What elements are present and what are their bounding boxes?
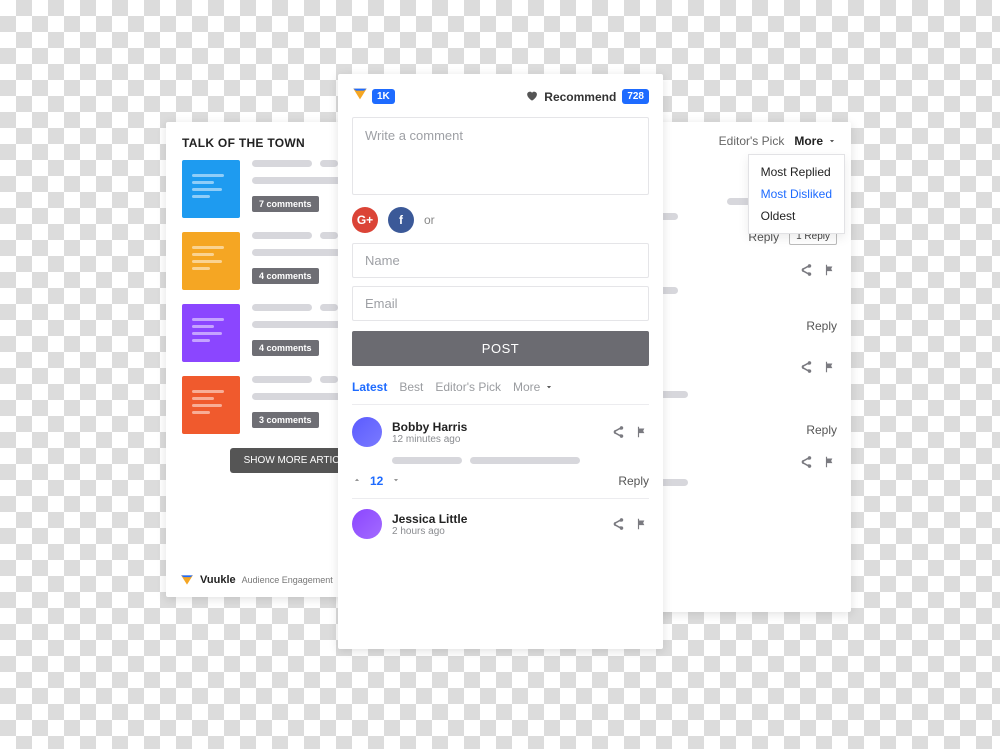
sort-dropdown[interactable]: Most Replied Most Disliked Oldest [748,154,845,234]
or-label: or [424,213,435,227]
heart-icon [525,89,538,105]
avatar [352,417,382,447]
brand-footer: Vuukle Audience Engagement [180,573,333,587]
comment-time: 2 hours ago [392,526,467,537]
flag-icon[interactable] [635,517,649,531]
facebook-login[interactable]: f [388,207,414,233]
dropdown-option[interactable]: Most Disliked [761,183,832,205]
comments-badge: 4 comments [252,268,319,284]
chevron-down-icon [827,136,837,146]
comment-widget: 1K Recommend 728 Write a comment G+ f or… [338,74,663,649]
dropdown-option[interactable]: Most Replied [761,161,832,183]
vuukle-logo-icon [180,573,194,587]
comments-badge: 7 comments [252,196,319,212]
recommend-count: 728 [622,89,649,104]
flag-icon[interactable] [823,263,837,277]
tab-editors-pick[interactable]: Editor's Pick [435,380,501,394]
comment-time: 12 minutes ago [392,434,467,445]
article-thumb [182,376,240,434]
comments-badge: 3 comments [252,412,319,428]
share-icon[interactable] [611,425,625,439]
flag-icon[interactable] [823,455,837,469]
comment: Jessica Little 2 hours ago [352,509,649,539]
article-thumb [182,304,240,362]
brand-name: Vuukle [200,574,236,586]
share-icon[interactable] [611,517,625,531]
google-plus-login[interactable]: G+ [352,207,378,233]
chevron-down-icon [544,382,554,392]
email-input[interactable]: Email [352,286,649,321]
vuukle-logo-icon [352,86,368,107]
upvote-icon[interactable] [352,475,362,488]
share-icon[interactable] [799,360,813,374]
comment-count-badge: 1K [372,89,395,104]
brand-sub: Audience Engagement [242,575,333,585]
comment-author: Bobby Harris [392,420,467,434]
reply-link[interactable]: Reply [806,319,837,333]
tab-best[interactable]: Best [399,380,423,394]
name-input[interactable]: Name [352,243,649,278]
flag-icon[interactable] [823,360,837,374]
vote-count: 12 [370,474,383,488]
tab-more[interactable]: More [794,134,837,148]
reply-link[interactable]: Reply [618,474,649,488]
tab-latest[interactable]: Latest [352,380,387,394]
recommend-button[interactable]: Recommend 728 [525,89,649,105]
article-thumb [182,160,240,218]
article-thumb [182,232,240,290]
comment: Bobby Harris 12 minutes ago 12 Reply [352,417,649,499]
share-icon[interactable] [799,263,813,277]
tab-editors-pick[interactable]: Editor's Pick [719,134,785,148]
comments-badge: 4 comments [252,340,319,356]
share-icon[interactable] [799,455,813,469]
downvote-icon[interactable] [391,475,401,488]
post-button[interactable]: POST [352,331,649,366]
comment-author: Jessica Little [392,512,467,526]
avatar [352,509,382,539]
flag-icon[interactable] [635,425,649,439]
reply-link[interactable]: Reply [806,423,837,437]
dropdown-option[interactable]: Oldest [761,205,832,227]
tab-more[interactable]: More [513,380,554,394]
comment-input[interactable]: Write a comment [352,117,649,195]
